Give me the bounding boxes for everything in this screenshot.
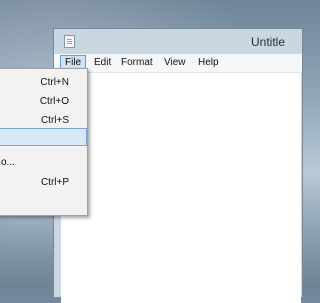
- menu-item-shortcut: Ctrl+O: [39, 96, 69, 107]
- menu-item-label: o...: [1, 157, 15, 168]
- text-editor-area[interactable]: [61, 73, 301, 303]
- menu-bar: File Edit Format View Help: [54, 54, 302, 73]
- notepad-window: Untitle File Edit Format View Help: [53, 28, 303, 303]
- menu-item-shortcut: Ctrl+N: [40, 77, 69, 88]
- menu-item-save-as[interactable]: [0, 128, 87, 146]
- title-bar[interactable]: Untitle: [54, 29, 302, 54]
- menu-help[interactable]: Help: [194, 55, 223, 71]
- menu-view[interactable]: View: [160, 55, 190, 71]
- menu-item-new[interactable]: Ctrl+N: [0, 73, 87, 91]
- menu-item-shortcut: Ctrl+S: [40, 115, 69, 126]
- menu-item-print[interactable]: Ctrl+P: [0, 173, 87, 191]
- notepad-icon: [64, 35, 75, 48]
- menu-item-page-setup[interactable]: o...: [0, 153, 87, 171]
- window-title: Untitle: [251, 35, 286, 49]
- menu-item-shortcut: Ctrl+P: [40, 177, 69, 188]
- menu-edit[interactable]: Edit: [90, 55, 115, 71]
- menu-format[interactable]: Format: [117, 55, 157, 71]
- menu-item-save[interactable]: Ctrl+S: [0, 111, 87, 129]
- file-menu-dropdown: Ctrl+N Ctrl+O Ctrl+S o... Ctrl+P: [0, 68, 88, 216]
- menu-item-open[interactable]: Ctrl+O: [0, 92, 87, 110]
